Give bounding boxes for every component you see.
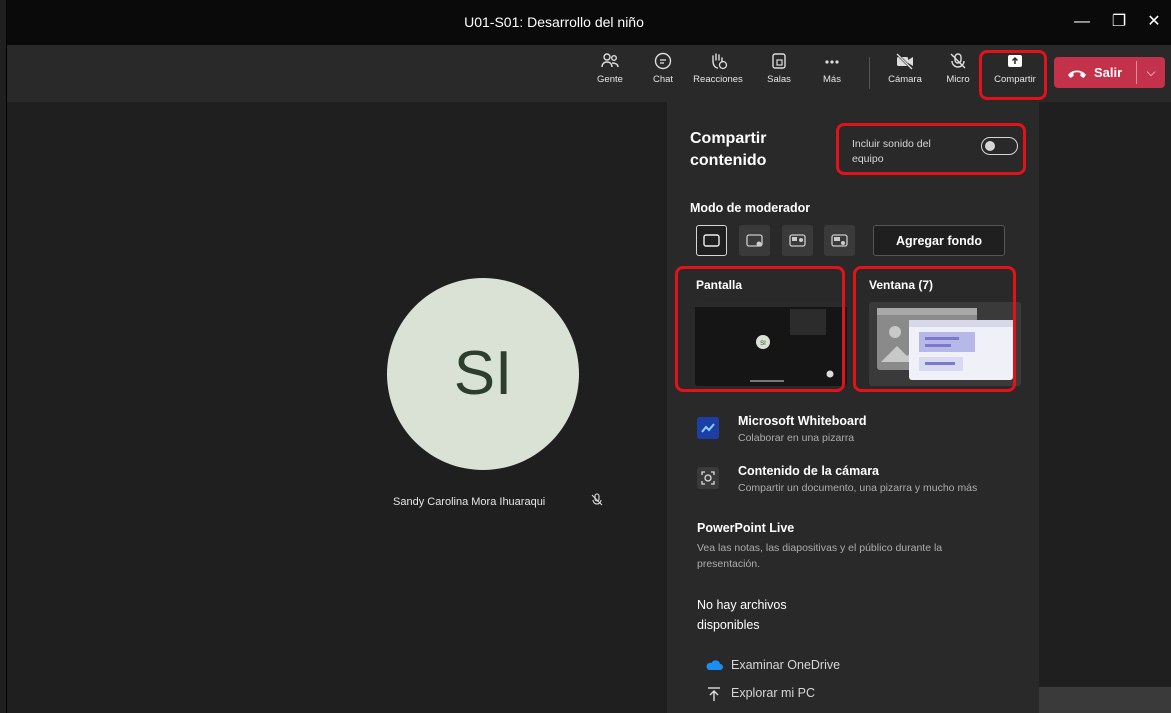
pc-label: Explorar mi PC xyxy=(731,686,816,700)
reactions-button[interactable]: Reacciones xyxy=(690,51,746,85)
browse-pc-link[interactable]: Explorar mi PC xyxy=(705,686,865,704)
more-label: Más xyxy=(823,74,841,85)
chat-label: Chat xyxy=(652,74,674,85)
camera-content-title: Contenido de la cámara xyxy=(738,464,880,478)
presenter-mode-standout[interactable] xyxy=(739,225,770,256)
meeting-toolbar: Gente Chat Reacciones Salas Más Cámara M… xyxy=(7,45,1171,102)
whiteboard-subtitle: Colaborar en una pizarra xyxy=(738,432,855,444)
powerpoint-live-title: PowerPoint Live xyxy=(697,521,795,535)
window-preview-icon xyxy=(869,302,1021,386)
browse-onedrive-link[interactable]: Examinar OneDrive xyxy=(705,658,865,676)
minimize-button[interactable]: — xyxy=(1067,8,1097,36)
include-audio-toggle[interactable] xyxy=(981,137,1018,155)
content-only-icon xyxy=(703,234,720,247)
whiteboard-icon xyxy=(697,417,719,439)
share-content-panel: Compartir contenido Incluir sonido del e… xyxy=(667,102,1039,713)
mic-label: Micro xyxy=(946,74,970,85)
hang-up-icon xyxy=(1068,70,1086,78)
participant-avatar: SI xyxy=(387,278,579,470)
presenter-mode-label: Modo de moderador xyxy=(690,201,811,215)
share-label: Compartir xyxy=(994,74,1036,85)
include-audio-label: Incluir sonido del equipo xyxy=(852,138,931,165)
camera-label: Cámara xyxy=(888,74,922,85)
camera-off-icon xyxy=(896,53,913,70)
maximize-button[interactable]: ❐ xyxy=(1104,8,1134,36)
whiteboard-option[interactable]: Microsoft Whiteboard Colaborar en una pi… xyxy=(697,414,997,450)
people-label: Gente xyxy=(597,74,623,85)
whiteboard-title: Microsoft Whiteboard xyxy=(738,414,867,428)
teams-meeting-window: U01-S01: Desarrollo del niño — ❐ ✕ Gente… xyxy=(6,0,1171,713)
screen-section-label: Pantalla xyxy=(696,278,743,292)
camera-content-subtitle: Compartir un documento, una pizarra y mu… xyxy=(738,482,978,494)
presenter-mode-reporter[interactable] xyxy=(824,225,855,256)
share-window-thumbnail[interactable] xyxy=(869,302,1021,386)
camera-content-option[interactable]: Contenido de la cámara Compartir un docu… xyxy=(697,464,1007,500)
mic-off-icon xyxy=(950,53,966,69)
people-button[interactable]: Gente xyxy=(586,51,634,85)
close-button[interactable]: ✕ xyxy=(1139,8,1169,36)
standout-icon xyxy=(746,234,763,247)
screen-preview-image: SI xyxy=(695,302,847,386)
reactions-label: Reacciones xyxy=(693,74,743,85)
more-icon xyxy=(825,60,839,64)
rooms-label: Salas xyxy=(767,74,791,85)
title-bar: U01-S01: Desarrollo del niño — ❐ ✕ xyxy=(7,0,1171,45)
leave-control: Salir ⌵ xyxy=(1054,57,1165,88)
onedrive-label: Examinar OneDrive xyxy=(731,658,841,672)
more-button[interactable]: Más xyxy=(808,51,856,85)
share-panel-title: Compartir contenido xyxy=(690,130,767,169)
thumb-avatar-initials: SI xyxy=(760,341,766,347)
leave-options-chevron-icon[interactable]: ⌵ xyxy=(1137,57,1165,88)
upload-icon xyxy=(708,687,720,701)
chat-button[interactable]: Chat xyxy=(639,51,687,85)
share-screen-thumbnail[interactable]: SI xyxy=(695,302,847,386)
onedrive-cloud-icon xyxy=(706,660,723,670)
bottom-right-strip xyxy=(1039,687,1171,713)
meeting-title: U01-S01: Desarrollo del niño xyxy=(464,14,644,30)
toggle-knob xyxy=(985,141,995,151)
camera-button[interactable]: Cámara xyxy=(881,51,929,85)
people-icon xyxy=(601,53,619,68)
window-section-label: Ventana (7) xyxy=(869,278,934,292)
participant-mic-off-icon xyxy=(591,493,603,506)
presenter-mode-side-by-side[interactable] xyxy=(782,225,813,256)
breakout-rooms-icon xyxy=(772,53,786,69)
leave-label: Salir xyxy=(1094,65,1123,80)
camera-content-icon xyxy=(697,467,719,489)
reporter-icon xyxy=(831,234,848,247)
presenter-mode-content-only[interactable] xyxy=(696,225,727,256)
no-files-message: No hay archivos disponibles xyxy=(697,598,787,632)
share-button[interactable]: Compartir xyxy=(988,51,1042,85)
side-by-side-icon xyxy=(789,234,806,247)
mic-button[interactable]: Micro xyxy=(934,51,982,85)
raise-hand-icon xyxy=(712,53,728,70)
rooms-button[interactable]: Salas xyxy=(755,51,803,85)
participant-name: Sandy Carolina Mora Ihuaraqui xyxy=(393,496,546,508)
share-screen-icon xyxy=(1008,55,1022,67)
toolbar-divider xyxy=(869,57,870,89)
leave-button[interactable]: Salir xyxy=(1054,57,1136,88)
add-background-button[interactable]: Agregar fondo xyxy=(873,225,1005,256)
chat-icon xyxy=(654,52,672,70)
powerpoint-live-description: Vea las notas, las diapositivas y el púb… xyxy=(697,542,943,570)
